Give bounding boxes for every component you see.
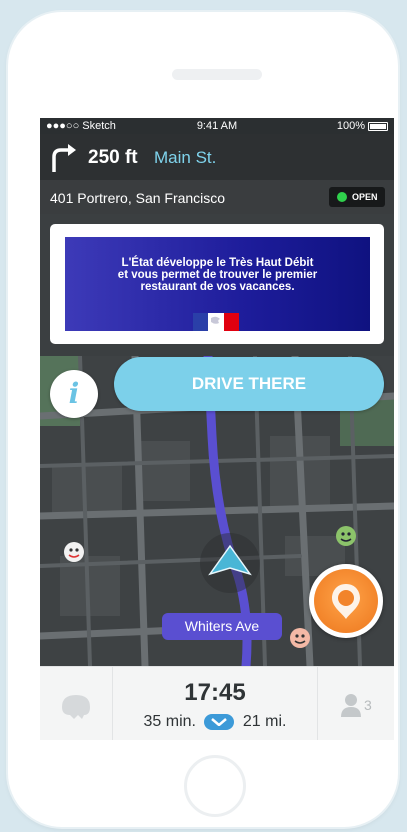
rider-count: 3 [340,693,372,722]
wazer-avatar-icon [62,695,90,719]
turn-distance: 250 ft [88,147,138,168]
wazer-icon [64,542,84,562]
ad-card[interactable]: L'État développe le Très Haut Débit et v… [50,224,384,344]
ad-text-line: L'État développe le Très Haut Débit [121,257,314,269]
destination-address: 401 Portrero, San Francisco [50,190,226,206]
user-icon [341,694,361,717]
eta-details[interactable]: 35 min. 21 mi. [112,713,318,731]
eta-time[interactable]: 17:45 [112,679,318,707]
eta-bar: 17:45 35 min. 21 mi. 3 [40,666,394,740]
info-button[interactable]: i [50,370,98,418]
eta-duration: 35 min. [143,713,196,730]
battery-icon [368,121,388,131]
eta-distance: 21 mi. [242,713,287,730]
ad-text: L'État développe le Très Haut Débit et v… [75,257,360,293]
report-button[interactable] [309,564,383,638]
status-bar: ●●●○○ Sketch 9:41 AM 100% [40,118,394,134]
wazer-icon [336,526,356,546]
battery-percent: 100% [336,120,365,132]
phone-frame: ●●●○○ Sketch 9:41 AM 100% 250 ft Main St… [8,12,398,827]
open-status-dot [337,192,347,202]
wazer-icon [290,628,310,648]
ad-banner[interactable]: L'État développe le Très Haut Débit et v… [65,237,370,331]
speaker-grille [172,69,262,80]
ad-text-line: restaurant de vos vacances. [140,281,295,293]
drive-there-button[interactable]: DRIVE THERE [114,357,384,411]
open-status-label: OPEN [352,192,378,202]
route-chevron-icon [204,713,235,730]
navigation-instruction[interactable]: 250 ft Main St. [40,134,394,180]
ad-text-line: et vous permet de trouver le premier [117,269,318,281]
turn-right-arrow-icon [52,144,76,172]
battery-indicator: 100% [337,120,388,132]
current-street-label: Whiters Ave [162,613,282,640]
turn-street-name: Main St. [154,148,217,167]
open-status-badge: OPEN [329,187,385,207]
waze-pin-icon [332,584,360,619]
app-screen: ●●●○○ Sketch 9:41 AM 100% 250 ft Main St… [40,118,394,740]
speed-cell[interactable] [40,667,113,740]
home-button[interactable] [184,755,246,817]
destination-bar: 401 Portrero, San Francisco OPEN [40,180,394,214]
republique-francaise-logo-icon [193,313,239,331]
riders-cell[interactable]: 3 [317,667,394,740]
report-button-fill [314,569,378,633]
rider-count-number: 3 [364,697,372,713]
